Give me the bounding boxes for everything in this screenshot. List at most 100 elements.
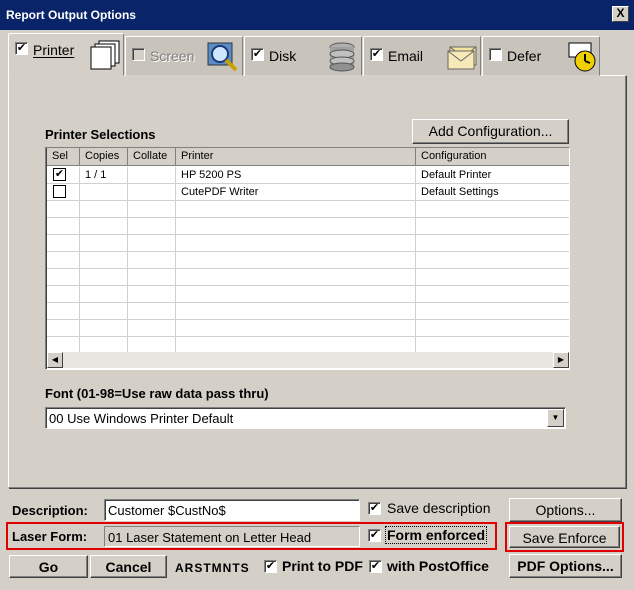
print-to-pdf-label: Print to PDF <box>282 558 363 574</box>
column-header-printer[interactable]: Printer <box>176 148 416 166</box>
tab-email[interactable]: ✔ Email <box>363 36 481 76</box>
table-cell[interactable] <box>80 184 128 201</box>
empty-cell <box>47 201 80 218</box>
tab-printer-checkbox[interactable]: ✔ <box>15 42 28 55</box>
font-select-value: 00 Use Windows Printer Default <box>49 411 234 426</box>
empty-cell <box>128 320 176 337</box>
tab-printer-label: Printer <box>33 42 75 58</box>
table-cell[interactable]: HP 5200 PS <box>176 167 416 184</box>
cancel-button[interactable]: Cancel <box>90 555 167 578</box>
print-to-pdf-checkbox[interactable]: ✔ <box>264 560 277 573</box>
postoffice-label: with PostOffice <box>387 558 489 574</box>
tab-defer[interactable]: Defer <box>482 36 600 76</box>
empty-cell <box>416 303 569 320</box>
save-enforce-label: Save Enforce <box>522 530 607 546</box>
table-cell[interactable]: ✔ <box>47 167 80 184</box>
envelope-icon <box>447 46 477 70</box>
close-button[interactable]: X <box>612 6 629 22</box>
empty-cell <box>47 269 80 286</box>
empty-cell <box>416 235 569 252</box>
column-header-copies[interactable]: Copies <box>80 148 128 166</box>
tab-email-checkbox[interactable]: ✔ <box>370 48 383 61</box>
empty-cell <box>47 286 80 303</box>
clock-icon <box>568 42 596 72</box>
empty-cell <box>47 235 80 252</box>
table-cell[interactable] <box>47 184 80 201</box>
tab-screen-checkbox <box>132 48 145 61</box>
options-label: Options... <box>535 502 596 518</box>
tab-screen: Screen <box>125 36 243 76</box>
empty-cell <box>128 218 176 235</box>
save-description-checkbox[interactable]: ✔ <box>368 502 381 515</box>
table-cell[interactable]: Default Printer <box>416 167 569 184</box>
go-button[interactable]: Go <box>9 555 88 578</box>
save-description-label: Save description <box>387 500 491 516</box>
save-enforce-button[interactable]: Save Enforce <box>509 526 620 548</box>
tab-printer[interactable]: ✔ Printer <box>8 33 124 76</box>
empty-cell <box>176 286 416 303</box>
row-select-checkbox[interactable] <box>53 185 66 198</box>
empty-cell <box>128 303 176 320</box>
empty-cell <box>128 252 176 269</box>
tab-disk-label: Disk <box>269 48 297 64</box>
table-cell[interactable]: 1 / 1 <box>80 167 128 184</box>
cell-printer: CutePDF Writer <box>181 186 259 198</box>
empty-cell <box>80 218 128 235</box>
laser-form-field[interactable]: 01 Laser Statement on Letter Head <box>104 526 360 547</box>
description-input[interactable]: Customer $CustNo$ <box>104 499 360 521</box>
tab-disk[interactable]: ✔ Disk <box>244 36 362 76</box>
empty-cell <box>416 201 569 218</box>
empty-cell <box>80 303 128 320</box>
empty-cell <box>416 269 569 286</box>
scroll-left-button[interactable]: ◀ <box>47 352 63 368</box>
table-cell[interactable] <box>128 184 176 201</box>
add-configuration-label: Add Configuration... <box>428 123 553 139</box>
table-cell[interactable]: Default Settings <box>416 184 569 201</box>
close-icon: X <box>616 6 625 20</box>
tab-disk-checkbox[interactable]: ✔ <box>251 48 264 61</box>
empty-cell <box>80 269 128 286</box>
options-button[interactable]: Options... <box>509 498 622 522</box>
add-configuration-button[interactable]: Add Configuration... <box>412 119 569 144</box>
empty-cell <box>47 218 80 235</box>
form-enforced-label: Form enforced <box>384 526 488 544</box>
column-header-collate[interactable]: Collate <box>128 148 176 166</box>
font-select[interactable]: 00 Use Windows Printer Default ▼ <box>45 407 566 429</box>
empty-cell <box>176 218 416 235</box>
tab-screen-label: Screen <box>150 48 195 64</box>
empty-cell <box>416 320 569 337</box>
laser-form-label: Laser Form: <box>12 529 88 544</box>
empty-cell <box>80 201 128 218</box>
empty-cell <box>128 269 176 286</box>
printer-grid[interactable]: Sel Copies Collate Printer Configuration… <box>45 147 570 370</box>
empty-cell <box>128 235 176 252</box>
table-cell[interactable]: CutePDF Writer <box>176 184 416 201</box>
empty-cell <box>47 320 80 337</box>
table-cell[interactable] <box>128 167 176 184</box>
chevron-down-icon[interactable]: ▼ <box>547 409 564 427</box>
cancel-label: Cancel <box>105 559 152 575</box>
font-label: Font (01-98=Use raw data pass thru) <box>45 386 269 401</box>
form-enforced-checkbox[interactable]: ✔ <box>368 529 381 542</box>
empty-cell <box>416 252 569 269</box>
empty-cell <box>80 252 128 269</box>
empty-cell <box>176 201 416 218</box>
postoffice-checkbox[interactable]: ✔ <box>369 560 382 573</box>
empty-cell <box>416 286 569 303</box>
go-label: Go <box>38 559 59 575</box>
empty-cell <box>176 252 416 269</box>
empty-cell <box>80 235 128 252</box>
empty-cell <box>176 303 416 320</box>
column-header-sel[interactable]: Sel <box>47 148 80 166</box>
empty-cell <box>80 286 128 303</box>
pdf-options-button[interactable]: PDF Options... <box>509 554 622 578</box>
empty-cell <box>80 320 128 337</box>
empty-cell <box>176 235 416 252</box>
scroll-right-button[interactable]: ▶ <box>553 352 569 368</box>
row-select-checkbox[interactable]: ✔ <box>53 168 66 181</box>
column-header-configuration[interactable]: Configuration <box>416 148 569 166</box>
tab-defer-checkbox[interactable] <box>489 48 502 61</box>
horizontal-scrollbar[interactable]: ◀ ▶ <box>47 352 569 368</box>
description-label: Description: <box>12 503 88 518</box>
cell-copies: 1 / 1 <box>85 169 107 181</box>
